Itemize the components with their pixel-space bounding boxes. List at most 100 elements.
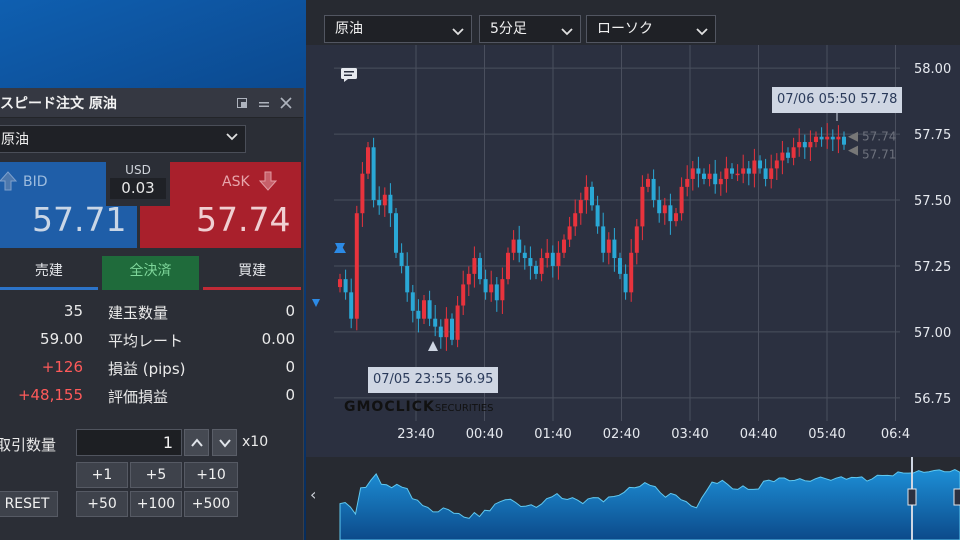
x-tick-label: 04:40 [740, 427, 777, 442]
navigator-overview-svg [339, 457, 960, 540]
chevron-down-icon [225, 130, 239, 148]
chevron-up-icon [190, 437, 203, 447]
watermark-main: GMOCLICK [344, 399, 435, 415]
candle-body [674, 213, 678, 222]
position-sell-value: +126 [41, 358, 83, 376]
popout-icon[interactable] [231, 92, 253, 114]
x-tick-label: 01:40 [534, 427, 571, 442]
bid-price-pointer [848, 145, 858, 156]
x-tick-label: 23:40 [397, 427, 434, 442]
candle-body [724, 168, 729, 179]
candle-body [427, 300, 432, 319]
candle-body [595, 205, 600, 227]
ask-price-tag: 57.74 [862, 130, 896, 144]
candle-body [797, 142, 802, 148]
position-row: 35 建玉数量 0 [0, 298, 301, 326]
position-label: 建玉数量 [108, 304, 169, 322]
reset-button[interactable]: RESET [0, 491, 58, 517]
candle-body [534, 265, 538, 274]
candle-body [500, 279, 505, 301]
candle-body [802, 142, 807, 148]
quantity-increment-button[interactable] [184, 429, 209, 456]
quick-add-50-button[interactable]: +50 [76, 491, 128, 517]
candle-body [506, 252, 510, 280]
candle-body [522, 252, 527, 259]
comment-icon[interactable] [340, 67, 358, 87]
bid-price-tag: 57.71 [862, 148, 896, 162]
candle-body [399, 252, 404, 266]
candle-body [612, 239, 617, 259]
candle-body [528, 258, 533, 266]
candle-body [444, 318, 449, 338]
candle-body [646, 178, 650, 187]
speed-order-panel: スピード注文 原油 原油 BID 57.71 ASK 57.74 USD 0.0… [0, 88, 304, 540]
candle-body [366, 147, 370, 174]
candle-body [618, 258, 622, 274]
quick-add-10-button[interactable]: +10 [184, 462, 238, 488]
position-buy-value: 0.00 [261, 330, 295, 348]
x-tick-label: 00:40 [466, 427, 503, 442]
quick-add-100-button[interactable]: +100 [130, 491, 182, 517]
candle-body [601, 226, 606, 253]
candle-body [478, 258, 482, 280]
candle-body [606, 239, 611, 253]
price-chart[interactable]: 58.00 57.75 57.50 57.25 57.00 56.75 23:40 00:40… [306, 45, 960, 457]
x-tick-label: 02:40 [603, 427, 640, 442]
candle-body [690, 168, 695, 179]
candle-body [545, 252, 550, 259]
candle-body [584, 186, 589, 201]
low-marker-triangle [428, 341, 438, 351]
candle-body [657, 200, 662, 214]
quantity-multiplier: x10 [242, 434, 269, 450]
candle-body [752, 160, 757, 174]
candle-body [461, 284, 466, 306]
candle-body [472, 258, 477, 274]
timeframe-select[interactable]: 5分足 [479, 15, 581, 43]
candle-body [377, 200, 382, 206]
candle-body [466, 273, 471, 285]
chart-symbol-select[interactable]: 原油 [324, 15, 472, 43]
candle-body [438, 326, 443, 338]
symbol-select[interactable]: 原油 [0, 125, 246, 153]
candle-body [640, 186, 645, 227]
candle-body [388, 194, 393, 214]
candle-body [338, 279, 342, 288]
ask-label: ASK [222, 174, 250, 190]
position-row: +48,155 評価損益 0 [0, 382, 301, 410]
quick-add-500-button[interactable]: +500 [184, 491, 238, 517]
candle-body [741, 168, 746, 174]
candle-body [685, 178, 690, 187]
order-panel-title: スピード注文 原油 [0, 95, 117, 112]
candle-body [455, 305, 460, 340]
quantity-decrement-button[interactable] [212, 429, 237, 456]
tab-close-all[interactable]: 全決済 [101, 256, 200, 290]
tab-sell-open[interactable]: 売建 [0, 256, 98, 290]
close-icon[interactable] [275, 92, 297, 114]
position-buy-value: 0 [285, 386, 295, 404]
position-sell-value: 59.00 [40, 330, 83, 348]
position-table: 35 建玉数量 0 59.00 平均レート 0.00 +126 損益 (pips) 0 +48,1… [0, 298, 301, 410]
minimize-icon[interactable] [253, 92, 275, 114]
chart-navigator[interactable]: ‹ [306, 457, 960, 540]
candle-body [808, 142, 813, 148]
ask-price: 57.74 [196, 200, 291, 239]
tab-buy-open[interactable]: 買建 [203, 256, 302, 290]
quick-add-5-button[interactable]: +5 [130, 462, 182, 488]
candle-body [730, 168, 734, 174]
candle-body [825, 136, 830, 140]
quantity-input[interactable]: 1 [76, 429, 182, 456]
candle-body [696, 168, 701, 174]
quick-add-1-button[interactable]: +1 [76, 462, 128, 488]
chart-type-select[interactable]: ローソク [586, 15, 716, 43]
candle-body [562, 239, 566, 253]
low-price-tooltip: 07/05 23:55 56.95 [368, 367, 499, 393]
candle-body [842, 136, 846, 145]
candle-body [774, 160, 779, 169]
position-row: +126 損益 (pips) 0 [0, 354, 301, 382]
position-label: 平均レート [108, 332, 184, 350]
candle-body [769, 168, 774, 179]
candle-body [830, 136, 835, 140]
candle-body [349, 292, 354, 319]
chart-symbol-value: 原油 [335, 21, 363, 37]
candle-body [489, 284, 494, 293]
